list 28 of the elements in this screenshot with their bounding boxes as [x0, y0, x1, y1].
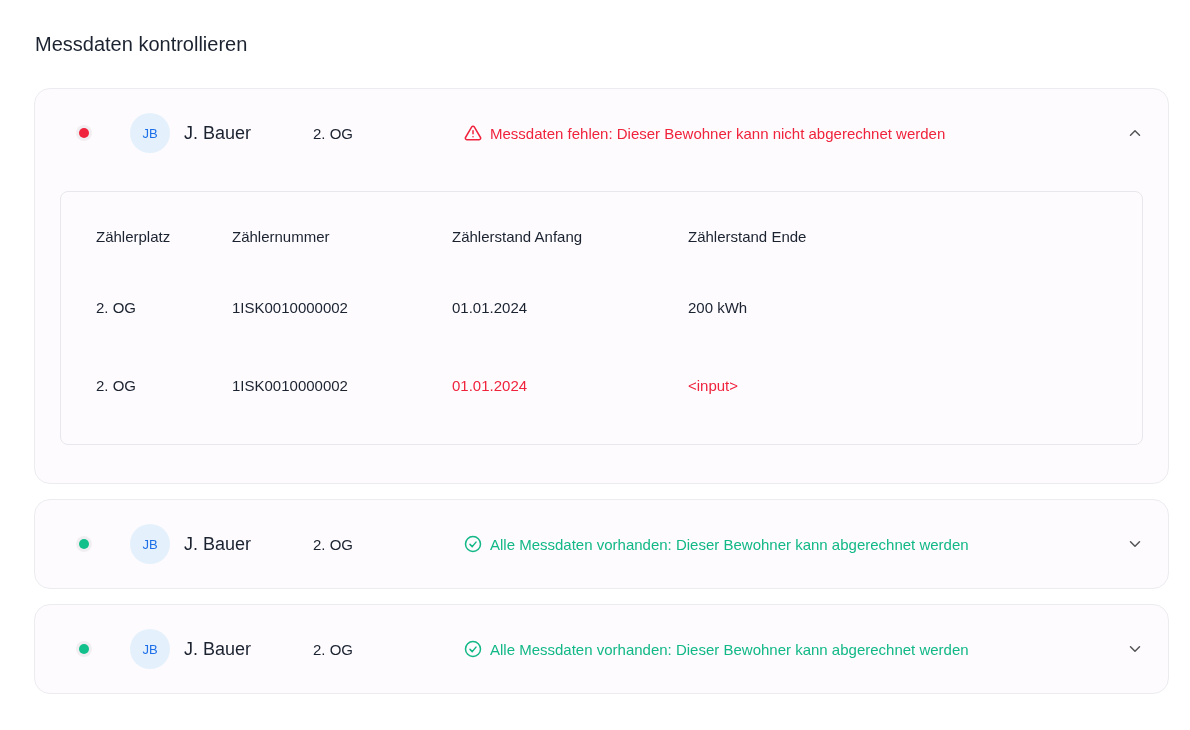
- resident-name: J. Bauer: [184, 122, 253, 144]
- column-header: Zählerplatz: [96, 228, 171, 245]
- page-title: Messdaten kontrollieren: [35, 33, 249, 56]
- table-cell: 200 kWh: [688, 298, 748, 316]
- table-cell: <input>: [688, 376, 739, 394]
- status-message: Alle Messdaten vorhanden: Dieser Bewohner kann abgerechnet werden: [490, 535, 969, 553]
- status-message: Alle Messdaten vorhanden: Dieser Bewohner kann abgerechnet werden: [490, 640, 969, 658]
- floor-label: 2. OG: [313, 640, 354, 658]
- floor-label: 2. OG: [313, 124, 354, 142]
- column-header: Zählerstand Anfang: [452, 228, 583, 245]
- table-cell: 1ISK0010000002: [232, 376, 348, 394]
- check-circle-icon: [464, 535, 482, 553]
- table-cell: 01.01.2024: [452, 376, 528, 394]
- avatar: JB: [130, 629, 170, 669]
- table-cell: 2. OG: [96, 298, 136, 316]
- column-header: Zählernummer: [232, 228, 330, 245]
- avatar: JB: [130, 113, 170, 153]
- floor-label: 2. OG: [313, 535, 354, 553]
- table-cell: 2. OG: [96, 376, 136, 394]
- resident-name: J. Bauer: [184, 533, 253, 555]
- warning-icon: [464, 124, 482, 142]
- avatar: JB: [130, 524, 170, 564]
- column-header: Zählerstand Ende: [688, 228, 807, 245]
- status-message: Messdaten fehlen: Dieser Bewohner kann nicht abgerechnet werden: [490, 124, 946, 142]
- resident-name: J. Bauer: [184, 638, 253, 660]
- check-circle-icon: [464, 640, 482, 658]
- table-cell: 01.01.2024: [452, 298, 528, 316]
- table-cell: 1ISK0010000002: [232, 298, 348, 316]
